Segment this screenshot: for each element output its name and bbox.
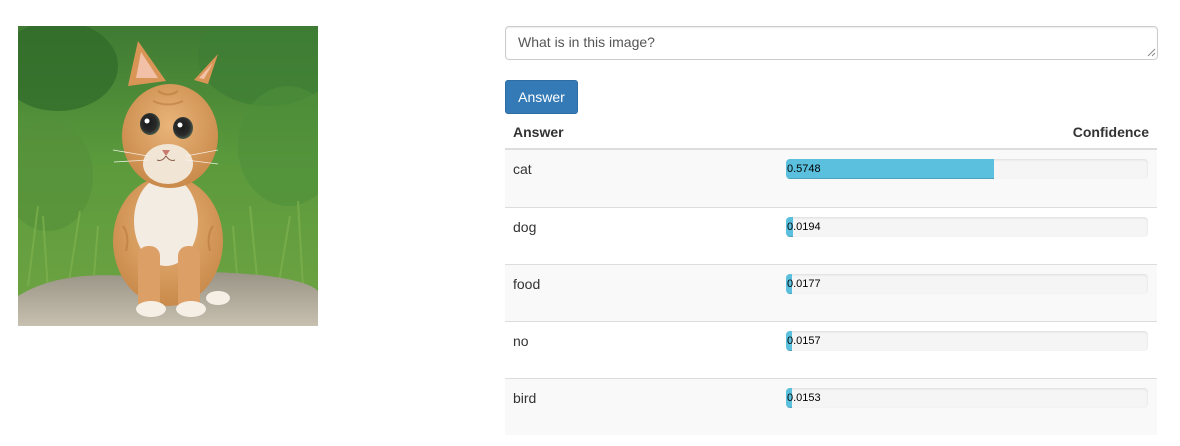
result-row: food 0.0177: [505, 264, 1157, 321]
result-row: bird 0.0153: [505, 378, 1157, 435]
confidence-bar: 0.0177: [786, 274, 1148, 294]
confidence-value: 0.0153: [787, 392, 821, 404]
answer-label: bird: [513, 390, 537, 406]
kitten-photo: [18, 26, 318, 326]
kitten-image: [18, 26, 318, 326]
result-row: cat 0.5748: [505, 150, 1157, 207]
answer-label: no: [513, 333, 529, 349]
confidence-value: 0.0157: [787, 335, 821, 347]
answer-label: cat: [513, 161, 532, 177]
confidence-bar: 0.0157: [786, 331, 1148, 351]
confidence-value: 0.0194: [787, 221, 821, 233]
results-header: Answer Confidence: [505, 114, 1157, 150]
confidence-bar: 0.0194: [786, 217, 1148, 237]
answer-label: food: [513, 276, 541, 292]
result-row: no 0.0157: [505, 321, 1157, 378]
results-body: cat 0.5748 dog 0.0194 food 0.0177 no 0.0…: [505, 150, 1157, 435]
answer-button[interactable]: Answer: [505, 80, 578, 114]
results-table: Answer Confidence cat 0.5748 dog 0.0194 …: [505, 114, 1157, 435]
resize-handle-icon[interactable]: [1147, 48, 1156, 57]
confidence-value: 0.0177: [787, 278, 821, 290]
answer-column-header: Answer: [513, 124, 564, 140]
confidence-column-header: Confidence: [1072, 124, 1149, 140]
confidence-bar: 0.5748: [786, 159, 1148, 179]
result-row: dog 0.0194: [505, 207, 1157, 264]
question-input[interactable]: What is in this image?: [505, 26, 1158, 60]
answer-label: dog: [513, 219, 537, 235]
confidence-bar: 0.0153: [786, 388, 1148, 408]
confidence-value: 0.5748: [787, 163, 821, 175]
